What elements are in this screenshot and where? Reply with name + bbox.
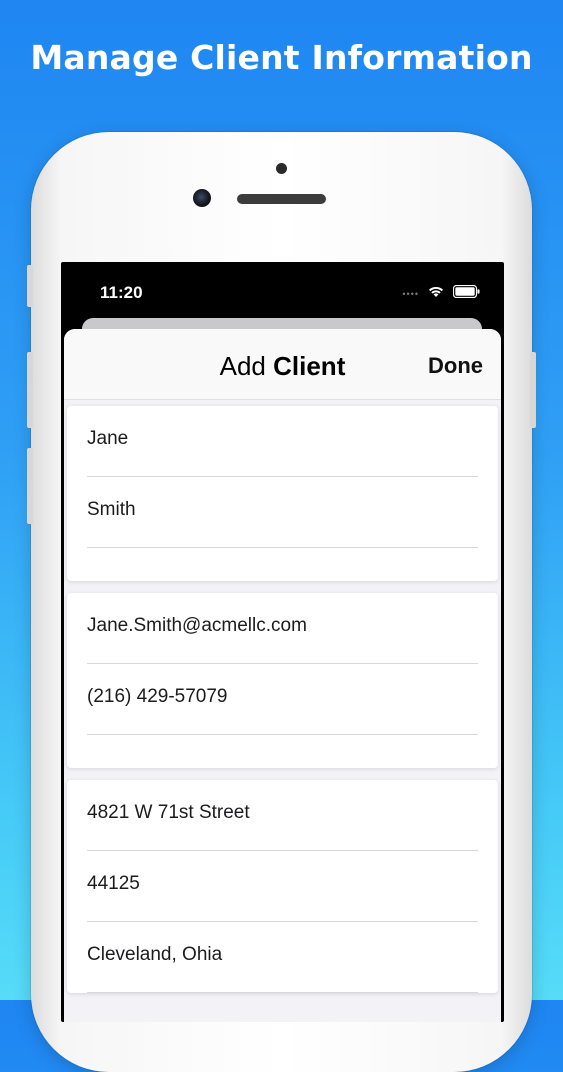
last-name-value: Smith [87, 499, 136, 520]
battery-icon [452, 284, 480, 303]
proximity-sensor [276, 163, 287, 174]
street-value: 4821 W 71st Street [87, 802, 250, 823]
status-time: 11:20 [100, 283, 143, 302]
earpiece-speaker [237, 194, 326, 204]
contact-section: Jane.Smith@acmellc.com (216) 429-57079 [67, 593, 498, 768]
address-section: 4821 W 71st Street 44125 Cleveland, Ohia [67, 780, 498, 993]
status-indicators: •••• [402, 284, 480, 303]
volume-up-button [27, 352, 33, 428]
phone-screen: 11:20 •••• Add Client Done Jane Smith Ja… [61, 262, 504, 1022]
email-value: Jane.Smith@acmellc.com [87, 615, 307, 636]
volume-down-button [27, 448, 33, 524]
zip-value: 44125 [87, 873, 140, 894]
mute-switch [27, 265, 33, 307]
street-field[interactable]: 4821 W 71st Street [67, 780, 498, 851]
name-section: Jane Smith [67, 406, 498, 581]
email-field[interactable]: Jane.Smith@acmellc.com [67, 593, 498, 664]
field-divider [87, 547, 478, 548]
headline: Manage Client Information [30, 38, 533, 77]
first-name-value: Jane [87, 428, 129, 449]
wifi-icon [427, 284, 445, 303]
field-divider [87, 992, 478, 993]
cellular-signal-icon: •••• [402, 288, 419, 299]
phone-field[interactable]: (216) 429-57079 [67, 664, 498, 735]
form: Jane Smith Jane.Smith@acmellc.com (216) … [64, 400, 501, 993]
page-title-main: Client [273, 351, 346, 381]
first-name-field[interactable]: Jane [67, 406, 498, 477]
front-camera [193, 189, 211, 207]
power-button [530, 352, 536, 428]
last-name-field[interactable]: Smith [67, 477, 498, 548]
nav-bar: Add Client Done [64, 329, 501, 400]
city-field[interactable]: Cleveland, Ohia [67, 922, 498, 993]
field-divider [87, 734, 478, 735]
zip-field[interactable]: 44125 [67, 851, 498, 922]
add-client-sheet: Add Client Done Jane Smith Jane.Smith@ac [64, 329, 501, 1022]
done-button[interactable]: Done [428, 353, 483, 379]
city-value: Cleveland, Ohia [87, 944, 223, 965]
phone-value: (216) 429-57079 [87, 686, 228, 707]
page-title-prefix: Add [219, 351, 266, 381]
